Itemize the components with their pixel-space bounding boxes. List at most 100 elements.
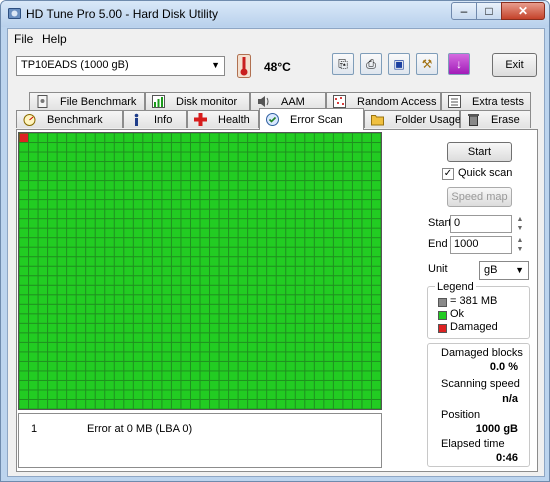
legend-item-block-size: = 381 MB	[450, 295, 498, 307]
tab-error-scan[interactable]: Error Scan	[259, 108, 364, 130]
spin-down-icon: ▼	[516, 246, 524, 253]
scan-block-ok	[19, 390, 29, 399]
tab-disk-monitor[interactable]: Disk monitor	[145, 92, 250, 110]
tab-benchmark[interactable]: Benchmark	[16, 110, 123, 128]
scan-block-ok	[124, 304, 133, 314]
close-button[interactable]: ✕	[501, 2, 545, 20]
scan-block-ok	[76, 181, 86, 190]
scan-block-ok	[305, 171, 314, 181]
scan-block-ok	[276, 304, 286, 314]
start-spinner[interactable]: ▲ ▼	[514, 215, 526, 233]
scan-block-ok	[362, 133, 371, 143]
scan-block-ok	[371, 190, 381, 200]
scan-block-ok	[67, 371, 76, 380]
tab-health[interactable]: Health	[187, 110, 259, 128]
scan-block-ok	[38, 323, 48, 333]
scan-block-ok	[181, 171, 190, 181]
scan-block-ok	[181, 181, 190, 190]
copy-info-button[interactable]: ⎘	[332, 53, 354, 75]
scan-block-ok	[371, 276, 381, 285]
scan-block-ok	[48, 190, 57, 200]
scan-block-ok	[257, 361, 267, 371]
scan-block-ok	[29, 304, 38, 314]
scan-block-ok	[171, 247, 181, 257]
scan-block-ok	[343, 209, 352, 219]
scan-block-ok	[219, 285, 229, 295]
scan-block-ok	[143, 380, 152, 390]
scan-block-ok	[238, 390, 248, 399]
menu-file[interactable]: File	[14, 32, 33, 46]
tab-folder-usage[interactable]: Folder Usage	[364, 110, 461, 128]
download-button[interactable]: ↓	[448, 53, 470, 75]
wrench-icon: ⚒	[421, 57, 433, 71]
scan-block-ok	[276, 152, 286, 162]
options-button[interactable]: ⚒	[416, 53, 438, 75]
scan-block-ok	[76, 200, 86, 209]
scan-block-ok	[267, 371, 276, 380]
scan-block-ok	[124, 399, 133, 409]
scan-block-ok	[76, 342, 86, 352]
save-screenshot-button[interactable]: ▣	[388, 53, 410, 75]
scan-block-ok	[371, 152, 381, 162]
speed-map-button[interactable]: Speed map	[447, 187, 512, 207]
scan-block-ok	[143, 143, 152, 152]
scan-block-ok	[133, 209, 143, 219]
scan-block-ok	[324, 171, 333, 181]
menu-help[interactable]: Help	[42, 32, 67, 46]
scan-block-ok	[352, 380, 362, 390]
quick-scan-checkbox[interactable]: ✓	[442, 168, 454, 180]
scan-block-ok	[314, 352, 324, 361]
scan-block-ok	[257, 190, 267, 200]
tab-info[interactable]: Info	[123, 110, 187, 128]
legend-swatch-block	[438, 298, 447, 307]
scan-block-ok	[238, 361, 248, 371]
scan-block-ok	[295, 152, 305, 162]
tab-extra-tests[interactable]: Extra tests	[441, 92, 531, 110]
scan-block-ok	[362, 333, 371, 342]
end-spinner[interactable]: ▲ ▼	[514, 236, 526, 254]
scan-block-ok	[181, 285, 190, 295]
scan-block-ok	[190, 238, 200, 247]
scan-block-ok	[105, 143, 114, 152]
error-log-list[interactable]: 1 Error at 0 MB (LBA 0)	[18, 413, 382, 468]
scan-block-ok	[238, 304, 248, 314]
scan-block-ok	[352, 266, 362, 276]
start-input[interactable]: 0	[450, 215, 512, 233]
scan-block-ok	[305, 333, 314, 342]
scan-block-ok	[143, 342, 152, 352]
scan-block-ok	[314, 200, 324, 209]
scan-block-ok	[343, 152, 352, 162]
scan-block-ok	[48, 333, 57, 342]
drive-select[interactable]: TP10EADS (1000 gB) ▼	[16, 56, 225, 76]
scan-block-ok	[333, 333, 343, 342]
scan-block-ok	[238, 219, 248, 228]
scan-block-ok	[19, 209, 29, 219]
end-input[interactable]: 1000	[450, 236, 512, 254]
scan-block-ok	[48, 390, 57, 399]
scan-block-ok	[114, 209, 124, 219]
tab-erase[interactable]: Erase	[460, 110, 531, 128]
scan-block-ok	[162, 390, 171, 399]
minimize-button[interactable]: –	[451, 2, 477, 20]
scan-block-ok	[257, 323, 267, 333]
exit-button[interactable]: Exit	[492, 53, 537, 77]
scan-block-ok	[48, 399, 57, 409]
scan-block-ok	[362, 323, 371, 333]
scan-block-ok	[343, 333, 352, 342]
quick-scan-label[interactable]: Quick scan	[458, 167, 512, 179]
copy-screenshot-button[interactable]: ⎙	[360, 53, 382, 75]
title-bar[interactable]: HD Tune Pro 5.00 - Hard Disk Utility – □…	[1, 1, 549, 27]
start-button[interactable]: Start	[447, 142, 512, 162]
scan-block-ok	[95, 209, 105, 219]
scan-block-ok	[67, 247, 76, 257]
unit-select[interactable]: gB ▼	[479, 261, 529, 280]
scan-block-ok	[305, 162, 314, 171]
tab-file-benchmark[interactable]: File Benchmark	[29, 92, 145, 110]
maximize-button[interactable]: □	[476, 2, 502, 20]
scan-block-ok	[162, 380, 171, 390]
scan-block-ok	[105, 228, 114, 238]
scan-block-ok	[133, 257, 143, 266]
scan-block-ok	[200, 380, 210, 390]
scan-block-ok	[371, 228, 381, 238]
scan-block-ok	[67, 380, 76, 390]
